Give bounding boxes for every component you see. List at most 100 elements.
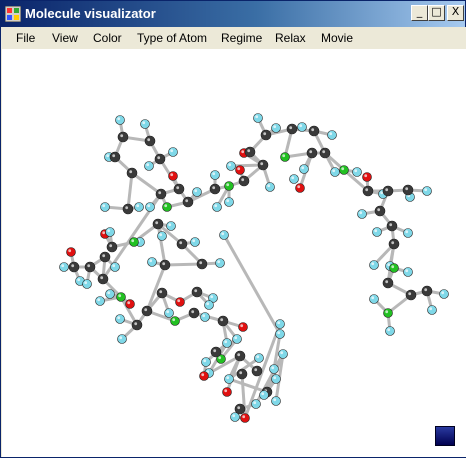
menu-view[interactable]: View [52, 31, 78, 45]
minimize-icon[interactable]: _ [411, 5, 428, 21]
atom-O-105[interactable] [175, 297, 185, 307]
atom-H-127[interactable] [254, 353, 264, 363]
atom-H-14[interactable] [134, 202, 144, 212]
atom-H-72[interactable] [369, 294, 379, 304]
atom-C-25[interactable] [238, 175, 250, 187]
atom-H-16[interactable] [145, 202, 155, 212]
atom-H-80[interactable] [166, 221, 176, 231]
atom-O-136[interactable] [240, 413, 250, 423]
atom-C-57[interactable] [386, 220, 398, 232]
atom-H-116[interactable] [222, 338, 232, 348]
atom-C-29[interactable] [257, 159, 269, 171]
atom-H-18[interactable] [192, 187, 202, 197]
atom-H-98[interactable] [105, 289, 115, 299]
atom-H-140[interactable] [219, 230, 229, 240]
atom-H-71[interactable] [385, 326, 395, 336]
atom-H-24[interactable] [224, 197, 234, 207]
atom-C-53[interactable] [402, 184, 414, 196]
atom-C-104[interactable] [156, 287, 168, 299]
atom-H-99[interactable] [95, 296, 105, 306]
atom-C-32[interactable] [260, 129, 272, 141]
atom-O-121[interactable] [199, 371, 209, 381]
atom-N-36[interactable] [280, 152, 290, 162]
atom-H-82[interactable] [190, 237, 200, 247]
atom-C-30[interactable] [244, 146, 256, 158]
atom-C-103[interactable] [141, 305, 153, 317]
atom-H-89[interactable] [59, 262, 69, 272]
atom-C-15[interactable] [122, 203, 134, 215]
atom-H-132[interactable] [259, 390, 269, 400]
atom-C-42[interactable] [306, 147, 318, 159]
atom-C-2[interactable] [117, 131, 129, 143]
atom-C-124[interactable] [234, 350, 246, 362]
maximize-icon[interactable]: □ [428, 5, 445, 21]
atom-H-8[interactable] [168, 147, 178, 157]
atom-H-139[interactable] [275, 329, 285, 339]
atom-C-75[interactable] [106, 241, 118, 253]
atom-C-19[interactable] [182, 196, 194, 208]
atom-H-34[interactable] [271, 123, 281, 133]
atom-N-64[interactable] [389, 263, 399, 273]
atom-H-23[interactable] [212, 202, 222, 212]
atom-H-109[interactable] [164, 308, 174, 318]
atom-C-11[interactable] [173, 183, 185, 195]
atom-C-12[interactable] [155, 188, 167, 200]
atom-H-28[interactable] [226, 161, 236, 171]
molecule-viewport[interactable] [2, 49, 466, 457]
atom-H-38[interactable] [297, 122, 307, 132]
atom-C-79[interactable] [152, 218, 164, 230]
atom-H-55[interactable] [357, 209, 367, 219]
atom-C-39[interactable] [308, 125, 320, 137]
menu-relax[interactable]: Relax [275, 31, 306, 45]
atom-H-54[interactable] [422, 186, 432, 196]
atom-N-110[interactable] [170, 316, 180, 326]
atom-H-58[interactable] [372, 227, 382, 237]
atom-H-68[interactable] [439, 289, 449, 299]
atom-C-60[interactable] [388, 238, 400, 250]
atom-H-119[interactable] [201, 357, 211, 367]
atom-C-20[interactable] [209, 183, 221, 195]
atom-N-46[interactable] [339, 165, 349, 175]
atom-C-100[interactable] [131, 319, 143, 331]
atom-H-112[interactable] [200, 312, 210, 322]
atom-H-65[interactable] [403, 267, 413, 277]
atom-C-113[interactable] [217, 315, 229, 327]
atom-H-41[interactable] [299, 164, 309, 174]
atom-C-49[interactable] [362, 185, 374, 197]
atom-C-63[interactable] [382, 277, 394, 289]
atom-H-45[interactable] [330, 167, 340, 177]
menu-regime[interactable]: Regime [221, 31, 262, 45]
atom-H-0[interactable] [115, 115, 125, 125]
atom-C-35[interactable] [286, 123, 298, 135]
atom-O-114[interactable] [238, 322, 248, 332]
menu-movie[interactable]: Movie [321, 31, 353, 45]
atom-H-130[interactable] [278, 349, 288, 359]
atom-H-7[interactable] [144, 161, 154, 171]
atom-O-122[interactable] [222, 387, 232, 397]
atom-H-59[interactable] [403, 228, 413, 238]
atom-C-91[interactable] [84, 261, 96, 273]
atom-H-33[interactable] [265, 182, 275, 192]
atom-H-129[interactable] [271, 374, 281, 384]
atom-H-86[interactable] [147, 257, 157, 267]
atom-C-6[interactable] [154, 153, 166, 165]
atom-N-70[interactable] [383, 308, 393, 318]
atom-H-125[interactable] [224, 374, 234, 384]
atom-H-94[interactable] [82, 279, 92, 289]
menu-color[interactable]: Color [93, 31, 122, 45]
atom-O-40[interactable] [295, 183, 305, 193]
atom-C-52[interactable] [382, 185, 394, 197]
atom-N-22[interactable] [224, 181, 234, 191]
atom-H-93[interactable] [110, 262, 120, 272]
atom-O-26[interactable] [235, 165, 245, 175]
atom-C-92[interactable] [99, 251, 111, 263]
atom-C-66[interactable] [405, 289, 417, 301]
atom-H-134[interactable] [251, 399, 261, 409]
atom-N-96[interactable] [116, 292, 126, 302]
atom-C-81[interactable] [176, 238, 188, 250]
atom-C-56[interactable] [374, 205, 386, 217]
title-bar[interactable]: Molecule visualizator _ □ X [1, 1, 465, 27]
close-icon[interactable]: X [447, 5, 464, 21]
atom-C-123[interactable] [236, 368, 248, 380]
atom-C-85[interactable] [159, 259, 171, 271]
